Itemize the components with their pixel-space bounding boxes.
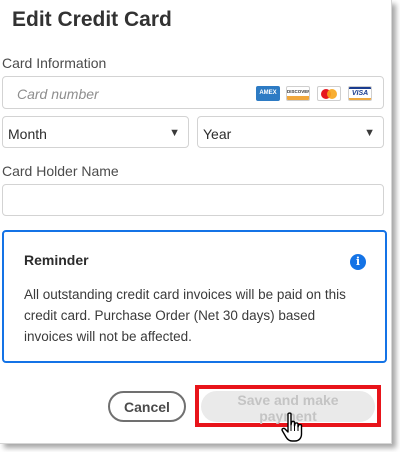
dialog-title: Edit Credit Card bbox=[12, 8, 172, 31]
hand-cursor-icon bbox=[281, 412, 303, 442]
mastercard-icon bbox=[317, 86, 341, 101]
cancel-button[interactable]: Cancel bbox=[108, 391, 186, 422]
year-select-value: Year bbox=[203, 126, 232, 142]
chevron-down-icon: ▼ bbox=[169, 127, 180, 139]
reminder-text: All outstanding credit card invoices wil… bbox=[24, 287, 346, 344]
year-select[interactable]: Year ▼ bbox=[197, 116, 384, 148]
chevron-down-icon: ▼ bbox=[364, 127, 375, 139]
card-holder-name-input[interactable] bbox=[11, 185, 375, 217]
card-number-input[interactable] bbox=[15, 77, 239, 110]
reminder-box: Reminder i All outstanding credit card i… bbox=[2, 230, 387, 363]
card-information-label: Card Information bbox=[2, 55, 107, 71]
reminder-title: Reminder bbox=[24, 252, 89, 268]
discover-icon: DISCOVER bbox=[286, 86, 310, 101]
month-select-value: Month bbox=[8, 126, 47, 142]
amex-icon: AMEX bbox=[256, 86, 280, 101]
info-icon[interactable]: i bbox=[350, 254, 366, 270]
card-number-field[interactable]: AMEX DISCOVER VISA bbox=[2, 76, 384, 110]
card-holder-name-field[interactable] bbox=[2, 184, 384, 217]
edit-credit-card-dialog: Edit Credit Card Card Information AMEX D… bbox=[0, 0, 392, 444]
card-holder-name-label: Card Holder Name bbox=[2, 163, 119, 179]
month-select[interactable]: Month ▼ bbox=[2, 116, 189, 148]
visa-icon: VISA bbox=[348, 86, 372, 101]
